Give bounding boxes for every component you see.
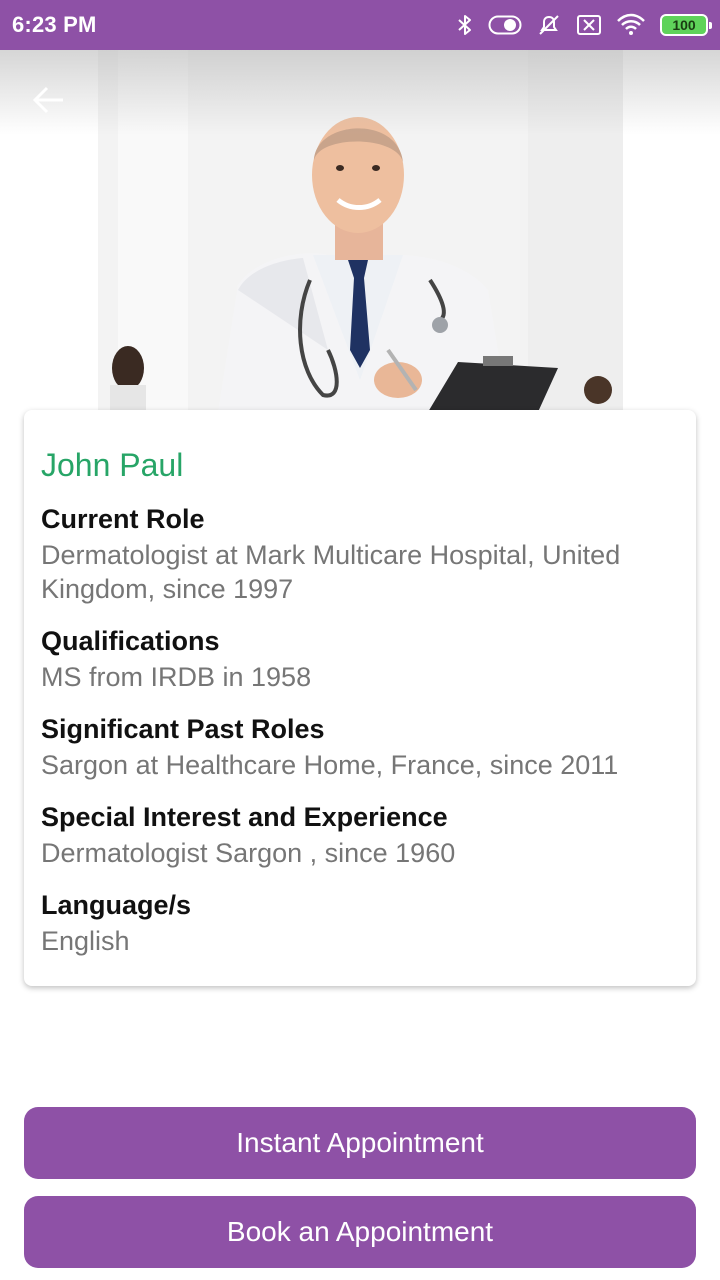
bluetooth-icon <box>458 15 471 35</box>
section-title: Qualifications <box>41 626 220 656</box>
sim-blocked-icon <box>577 15 601 35</box>
section-title: Significant Past Roles <box>41 714 325 744</box>
section-past-roles: Significant Past Roles Sargon at Healthc… <box>41 714 679 782</box>
section-value: Dermatologist at Mark Multicare Hospital… <box>41 540 621 604</box>
instant-appointment-button[interactable]: Instant Appointment <box>24 1107 696 1179</box>
status-bar: 6:23 PM 100 <box>0 0 720 50</box>
status-icons: 100 <box>456 12 712 38</box>
section-title: Current Role <box>41 504 205 534</box>
battery-icon: 100 <box>660 14 712 36</box>
section-value: English <box>41 926 130 956</box>
book-appointment-button[interactable]: Book an Appointment <box>24 1196 696 1268</box>
section-value: MS from IRDB in 1958 <box>41 662 312 692</box>
section-title: Special Interest and Experience <box>41 802 448 832</box>
doctor-info-card: John Paul Current Role Dermatologist at … <box>24 410 696 986</box>
doctor-photo-header <box>0 50 720 412</box>
section-qualifications: Qualifications MS from IRDB in 1958 <box>41 626 679 694</box>
doctor-name: John Paul <box>41 447 184 483</box>
back-button[interactable] <box>26 78 70 122</box>
header-scrim <box>0 50 720 135</box>
status-time: 6:23 PM <box>12 12 97 37</box>
section-special-interest: Special Interest and Experience Dermatol… <box>41 802 679 870</box>
section-languages: Language/s English <box>41 890 679 958</box>
arrow-left-icon <box>32 86 63 114</box>
wifi-icon <box>617 13 645 35</box>
section-value: Dermatologist Sargon , since 1960 <box>41 838 456 868</box>
mute-icon <box>539 15 559 35</box>
section-title: Language/s <box>41 890 192 920</box>
section-current-role: Current Role Dermatologist at Mark Multi… <box>41 504 679 606</box>
battery-level: 100 <box>672 17 696 33</box>
section-value: Sargon at Healthcare Home, France, since… <box>41 750 619 780</box>
toggle-icon <box>488 15 522 35</box>
